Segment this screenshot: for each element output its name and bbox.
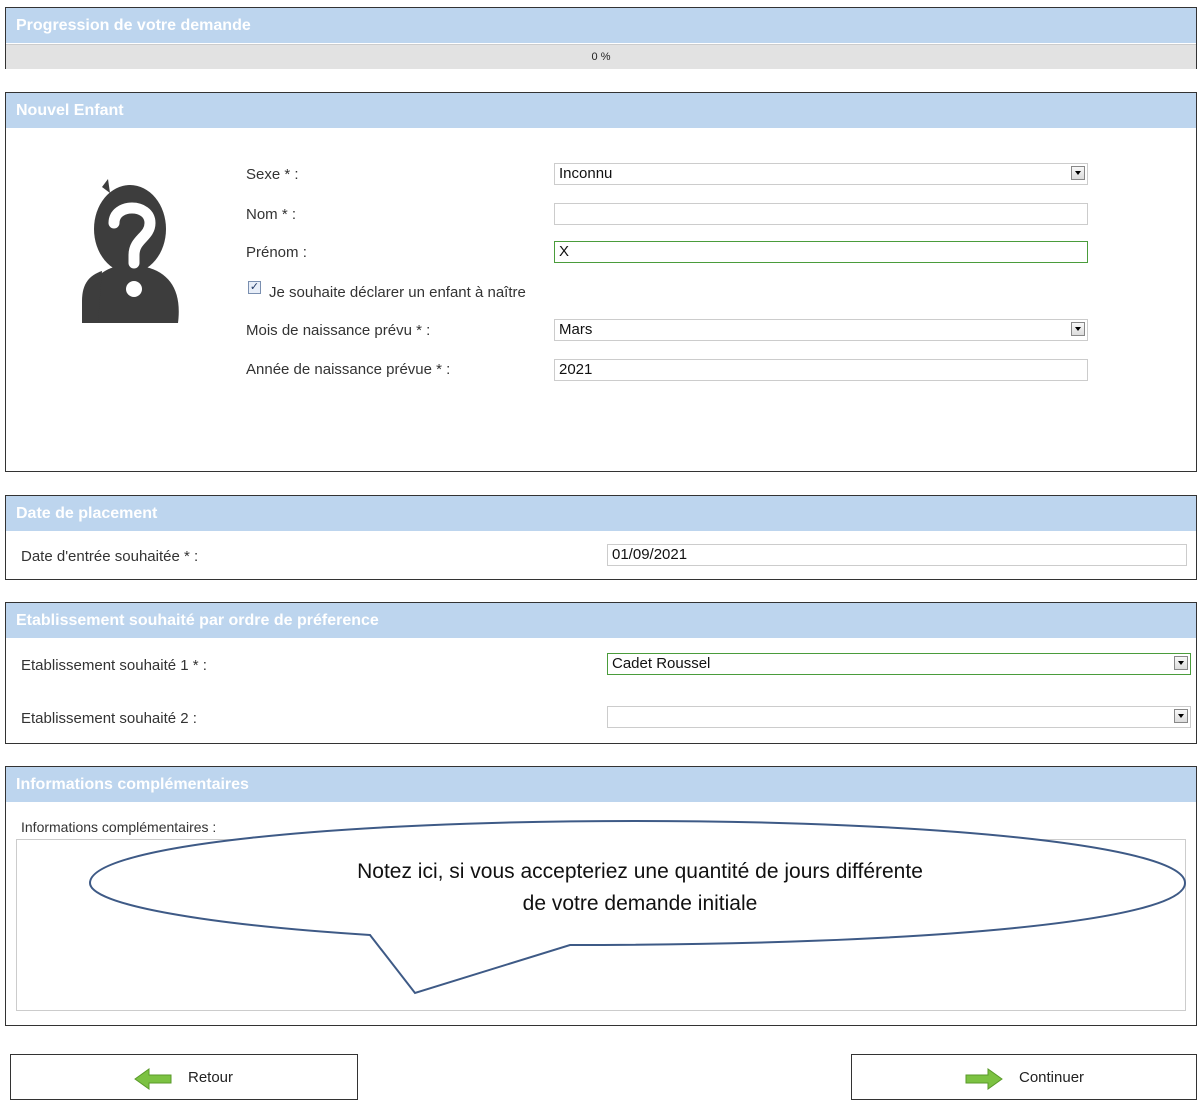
progress-title: Progression de votre demande: [6, 8, 1196, 43]
pref2-label: Etablissement souhaité 2 :: [21, 710, 197, 727]
date-input[interactable]: 01/09/2021: [607, 544, 1187, 566]
pref1-value: Cadet Roussel: [612, 655, 711, 672]
continue-button-label: Continuer: [1019, 1069, 1085, 1086]
sexe-value: Inconnu: [559, 165, 613, 182]
placement-title: Date de placement: [6, 496, 1196, 531]
callout-line1: Notez ici, si vous accepteriez une quant…: [357, 860, 923, 883]
arrow-right-icon: [965, 1068, 1003, 1090]
unborn-checkbox-label: Je souhaite déclarer un enfant à naître: [269, 284, 526, 301]
establishment-panel: Etablissement souhaité par ordre de préf…: [5, 602, 1197, 744]
chevron-down-icon[interactable]: [1174, 656, 1188, 670]
progress-value: 0 %: [591, 51, 611, 63]
sexe-label: Sexe * :: [246, 166, 299, 183]
progress-panel: Progression de votre demande 0 %: [5, 7, 1197, 69]
continue-button[interactable]: Continuer: [851, 1054, 1197, 1100]
chevron-down-icon[interactable]: [1174, 709, 1188, 723]
placement-panel: Date de placement Date d'entrée souhaité…: [5, 495, 1197, 580]
unborn-checkbox[interactable]: ✓: [248, 281, 261, 294]
mois-label: Mois de naissance prévu * :: [246, 322, 431, 339]
mois-select[interactable]: Mars: [554, 319, 1088, 341]
callout-line2: de votre demande initiale: [522, 892, 758, 915]
annee-label: Année de naissance prévue * :: [246, 361, 451, 378]
new-child-panel: Nouvel Enfant Sexe * : Inconnu Nom * : P…: [5, 92, 1197, 472]
unknown-person-icon: [82, 179, 179, 323]
chevron-down-icon[interactable]: [1071, 166, 1085, 180]
info-title: Informations complémentaires: [6, 767, 1196, 802]
progress-bar: 0 %: [6, 44, 1196, 69]
mois-value: Mars: [559, 321, 593, 338]
prenom-input[interactable]: X: [554, 241, 1088, 263]
callout-text: Notez ici, si vous accepteriez une quant…: [230, 856, 1050, 920]
pref2-select[interactable]: [607, 706, 1191, 728]
nom-input[interactable]: [554, 203, 1088, 225]
pref1-select[interactable]: Cadet Roussel: [607, 653, 1191, 675]
nom-label: Nom * :: [246, 206, 297, 223]
arrow-left-icon: [134, 1068, 172, 1090]
date-label: Date d'entrée souhaitée * :: [21, 548, 199, 565]
new-child-title: Nouvel Enfant: [6, 93, 1196, 128]
annee-input[interactable]: 2021: [554, 359, 1088, 381]
sexe-select[interactable]: Inconnu: [554, 163, 1088, 185]
back-button-label: Retour: [188, 1069, 234, 1086]
pref1-label: Etablissement souhaité 1 * :: [21, 657, 207, 674]
prenom-label: Prénom :: [246, 244, 307, 261]
establishment-title: Etablissement souhaité par ordre de préf…: [6, 603, 1196, 638]
back-button[interactable]: Retour: [10, 1054, 358, 1100]
chevron-down-icon[interactable]: [1071, 322, 1085, 336]
